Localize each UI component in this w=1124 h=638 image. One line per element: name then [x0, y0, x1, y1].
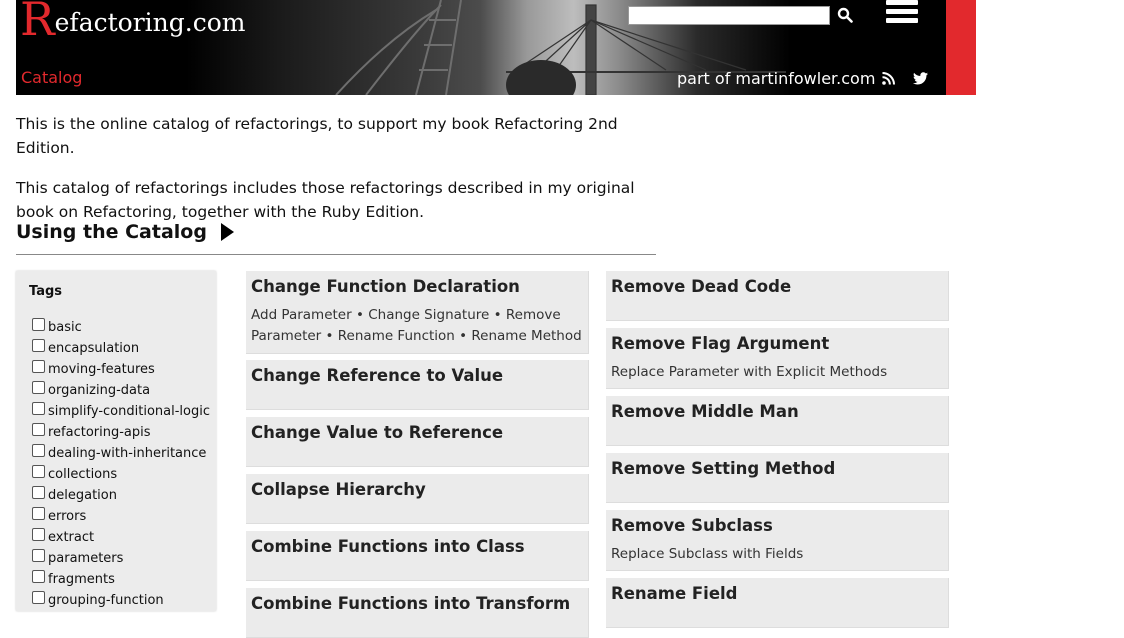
using-catalog-toggle[interactable]: Using the Catalog — [16, 216, 656, 255]
tag-checkbox[interactable] — [32, 423, 45, 436]
tag-item[interactable]: delegation — [32, 485, 210, 506]
refactoring-card[interactable]: Combine Functions into Class — [246, 531, 589, 581]
tag-label: refactoring-apis — [48, 425, 151, 440]
section-title: Using the Catalog — [16, 221, 207, 243]
twitter-icon[interactable] — [913, 72, 928, 85]
refactoring-title[interactable]: Remove Setting Method — [611, 459, 835, 478]
tag-checkbox[interactable] — [32, 507, 45, 520]
refactoring-card[interactable]: Remove Flag Argument Replace Parameter wi… — [606, 328, 949, 389]
tag-checkbox[interactable] — [32, 339, 45, 352]
refactoring-aliases: Replace Subclass with Fields — [611, 546, 804, 562]
logo-initial: R — [20, 0, 55, 46]
tag-item[interactable]: refactoring-apis — [32, 422, 210, 443]
menu-bar — [886, 18, 918, 23]
refactoring-card[interactable]: Change Function Declaration Add Parameter… — [246, 271, 589, 354]
refactoring-title[interactable]: Rename Field — [611, 584, 738, 603]
refactoring-card[interactable]: Change Value to Reference — [246, 417, 589, 467]
tag-label: encapsulation — [48, 341, 140, 356]
tag-label: basic — [48, 320, 82, 335]
tag-label: fragments — [48, 572, 115, 587]
tag-list: basic encapsulation moving-features organiz… — [32, 317, 210, 611]
tag-checkbox[interactable] — [32, 591, 45, 604]
tag-item[interactable]: organizing-data — [32, 380, 210, 401]
tag-checkbox[interactable] — [32, 528, 45, 541]
tag-label: grouping-function — [48, 593, 164, 608]
refactoring-card[interactable]: Remove Subclass Replace Subclass with Fie… — [606, 510, 949, 571]
brand-accent-bar — [946, 0, 976, 95]
refactoring-title[interactable]: Remove Subclass — [611, 516, 773, 535]
tag-checkbox[interactable] — [32, 318, 45, 331]
tag-label: collections — [48, 467, 118, 482]
tag-item[interactable]: errors — [32, 506, 210, 527]
search-input[interactable] — [628, 6, 830, 25]
refactoring-card[interactable]: Remove Setting Method — [606, 453, 949, 503]
refactoring-title[interactable]: Change Value to Reference — [251, 423, 503, 442]
tag-checkbox[interactable] — [32, 444, 45, 457]
tag-checkbox[interactable] — [32, 570, 45, 583]
tag-item[interactable]: moving-features — [32, 359, 210, 380]
refactoring-card[interactable]: Rename Field — [606, 578, 949, 628]
tag-item[interactable]: grouping-function — [32, 590, 210, 611]
catalog-link[interactable]: Catalog — [21, 68, 82, 87]
tag-label: errors — [48, 509, 87, 524]
expand-triangle-icon — [220, 223, 234, 241]
refactoring-title[interactable]: Change Reference to Value — [251, 366, 503, 385]
tag-label: delegation — [48, 488, 117, 503]
tag-checkbox[interactable] — [32, 360, 45, 373]
refactoring-aliases: Add Parameter • Change Signature • Remov… — [251, 307, 582, 344]
martinfowler-link[interactable]: part of martinfowler.com — [677, 69, 875, 88]
refactoring-card[interactable]: Combine Functions into Transform — [246, 588, 589, 638]
hamburger-menu-icon[interactable] — [886, 0, 918, 26]
site-logo[interactable]: Refactoring.com — [20, 0, 245, 42]
intro-paragraph: This is the online catalog of refactorin… — [16, 115, 618, 157]
refactoring-title[interactable]: Remove Flag Argument — [611, 334, 829, 353]
tag-item[interactable]: dealing-with-inheritance — [32, 443, 210, 464]
tag-checkbox[interactable] — [32, 402, 45, 415]
refactoring-card[interactable]: Remove Dead Code — [606, 271, 949, 321]
tag-label: moving-features — [48, 362, 155, 377]
tag-checkbox[interactable] — [32, 486, 45, 499]
refactoring-title[interactable]: Remove Dead Code — [611, 277, 791, 296]
tag-item[interactable]: fragments — [32, 569, 210, 590]
tag-item[interactable]: basic — [32, 317, 210, 338]
refactoring-title[interactable]: Combine Functions into Transform — [251, 594, 570, 613]
refactoring-title[interactable]: Change Function Declaration — [251, 277, 520, 296]
tag-checkbox[interactable] — [32, 465, 45, 478]
refactoring-card[interactable]: Change Reference to Value — [246, 360, 589, 410]
refactoring-card[interactable]: Remove Middle Man — [606, 396, 949, 446]
search-icon[interactable] — [837, 7, 853, 23]
refactoring-title[interactable]: Collapse Hierarchy — [251, 480, 426, 499]
tag-label: organizing-data — [48, 383, 151, 398]
tag-label: parameters — [48, 551, 124, 566]
tag-item[interactable]: encapsulation — [32, 338, 210, 359]
menu-bar — [886, 0, 918, 5]
refactoring-aliases: Replace Parameter with Explicit Methods — [611, 364, 888, 380]
tag-item[interactable]: simplify-conditional-logic — [32, 401, 210, 422]
site-header: Refactoring.com Catalog part of martinfo… — [16, 0, 976, 95]
tag-checkbox[interactable] — [32, 549, 45, 562]
tag-item[interactable]: parameters — [32, 548, 210, 569]
tag-checkbox[interactable] — [32, 381, 45, 394]
refactoring-title[interactable]: Remove Middle Man — [611, 402, 799, 421]
refactoring-card[interactable]: Collapse Hierarchy — [246, 474, 589, 524]
tag-label: dealing-with-inheritance — [48, 446, 207, 461]
logo-text: efactoring.com — [54, 8, 246, 37]
tag-item[interactable]: extract — [32, 527, 210, 548]
tags-panel: Tags basic encapsulation moving-features or… — [16, 271, 216, 611]
tag-item[interactable]: collections — [32, 464, 210, 485]
refactoring-title[interactable]: Combine Functions into Class — [251, 537, 525, 556]
rss-icon[interactable] — [882, 72, 895, 85]
menu-bar — [886, 9, 918, 14]
tag-label: extract — [48, 530, 95, 545]
tags-title: Tags — [29, 284, 63, 299]
tag-label: simplify-conditional-logic — [48, 404, 210, 419]
